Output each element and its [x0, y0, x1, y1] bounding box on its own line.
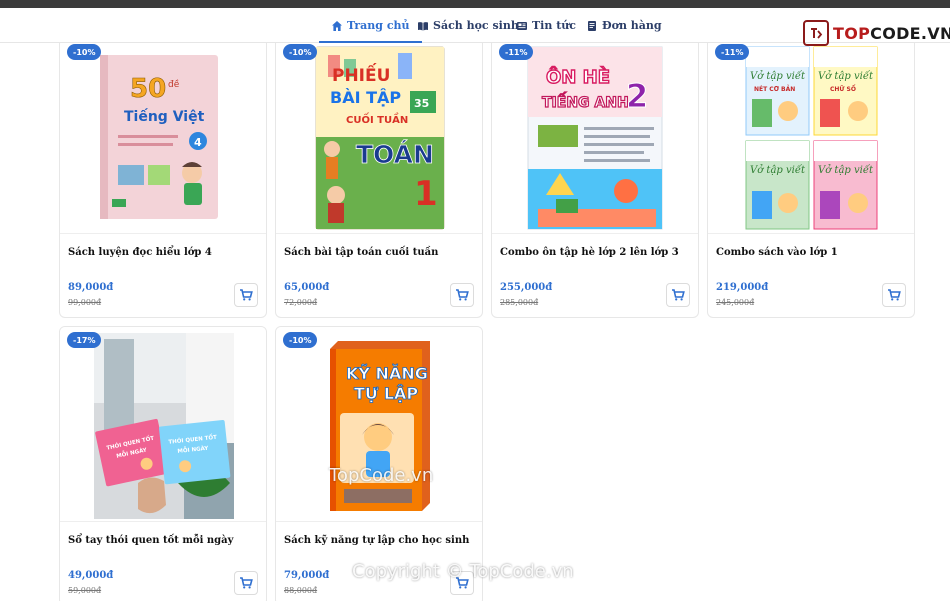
- product-image[interactable]: THÓI QUEN TỐT MỖI NGÀY THÓI QUEN TỐT MỖI…: [60, 327, 266, 522]
- product-title[interactable]: Sách bài tập toán cuối tuần: [284, 247, 474, 258]
- cart-icon: [888, 289, 901, 301]
- add-to-cart-button[interactable]: [450, 571, 474, 595]
- add-to-cart-button[interactable]: [234, 283, 258, 307]
- nav-home[interactable]: Trang chủ: [319, 8, 421, 43]
- nav-orders-label: Đơn hàng: [602, 19, 662, 32]
- product-image[interactable]: 50 đề Tiếng Việt 4: [60, 39, 266, 234]
- book-photo-good-habits: THÓI QUEN TỐT MỖI NGÀY THÓI QUEN TỐT MỖI…: [94, 333, 234, 519]
- product-price: 89,000đ: [68, 282, 114, 293]
- add-to-cart-button[interactable]: [666, 283, 690, 307]
- svg-text:NÉT CƠ BẢN: NÉT CƠ BẢN: [754, 85, 795, 93]
- svg-text:Vở tập viết: Vở tập viết: [818, 165, 874, 176]
- top-strip: [0, 0, 950, 8]
- product-card[interactable]: 50 đề Tiếng Việt 4 -10% Sách luyện đọc h…: [59, 38, 267, 318]
- svg-text:Vở tập viết: Vở tập viết: [818, 71, 874, 82]
- product-card[interactable]: KỸ NĂNG TỰ LẬP -10% Sách kỹ năng tự lập …: [275, 326, 483, 601]
- discount-badge: -10%: [67, 44, 102, 60]
- svg-text:Vở tập viết: Vở tập viết: [750, 71, 806, 82]
- book-cover-reading-4: 50 đề Tiếng Việt 4: [100, 55, 218, 219]
- product-image[interactable]: KỸ NĂNG TỰ LẬP: [276, 327, 482, 522]
- logo-text: TOPCODE.VN: [833, 24, 950, 43]
- cart-icon: [456, 289, 469, 301]
- product-price: 79,000đ: [284, 570, 330, 581]
- cart-icon: [240, 577, 253, 589]
- orders-icon: [588, 20, 596, 31]
- cart-icon: [456, 577, 469, 589]
- svg-text:BÀI TẬP: BÀI TẬP: [330, 87, 401, 107]
- product-old-price: 72,000đ: [284, 298, 318, 307]
- site-logo[interactable]: TOPCODE.VN: [803, 20, 950, 46]
- product-price: 65,000đ: [284, 282, 330, 293]
- svg-text:1: 1: [414, 174, 438, 214]
- product-price: 49,000đ: [68, 570, 114, 581]
- book-cover-math-1: PHIẾU BÀI TẬP CUỐI TUẦN 35 TOÁN 1: [315, 46, 445, 230]
- product-price: 255,000đ: [500, 282, 553, 293]
- discount-badge: -10%: [283, 332, 318, 348]
- product-title[interactable]: Combo sách vào lớp 1: [716, 247, 906, 258]
- product-image[interactable]: ÔN HÈ TIẾNG ANH 2: [492, 39, 698, 234]
- product-title[interactable]: Combo ôn tập hè lớp 2 lên lớp 3: [500, 247, 690, 258]
- svg-text:đề: đề: [168, 79, 180, 90]
- svg-text:TIẾNG ANH: TIẾNG ANH: [542, 92, 629, 111]
- product-image[interactable]: Vở tập viết NÉT CƠ BẢN Vở tập viết CHỮ S…: [708, 39, 914, 234]
- cart-icon: [672, 289, 685, 301]
- svg-text:KỸ NĂNG: KỸ NĂNG: [346, 364, 428, 383]
- svg-text:PHIẾU: PHIẾU: [332, 62, 390, 86]
- svg-text:Vở tập viết: Vở tập viết: [750, 165, 806, 176]
- nav-student-books-label: Sách học sinh: [433, 19, 519, 32]
- discount-badge: -10%: [283, 44, 318, 60]
- book-cover-english-2: ÔN HÈ TIẾNG ANH 2: [527, 46, 663, 230]
- add-to-cart-button[interactable]: [234, 571, 258, 595]
- cart-icon: [240, 289, 253, 301]
- product-old-price: 245,000đ: [716, 298, 755, 307]
- logo-text-top: TOP: [833, 23, 871, 43]
- svg-text:4: 4: [194, 136, 202, 149]
- home-icon: [332, 20, 342, 31]
- nav-student-books[interactable]: Sách học sinh: [417, 8, 519, 43]
- svg-text:50: 50: [130, 74, 166, 104]
- discount-badge: -11%: [499, 44, 534, 60]
- svg-text:TỰ LẬP: TỰ LẬP: [354, 383, 418, 403]
- svg-text:ÔN HÈ: ÔN HÈ: [546, 66, 610, 88]
- logo-text-code: CODE.VN: [870, 23, 950, 43]
- nav-orders[interactable]: Đơn hàng: [586, 8, 662, 43]
- product-old-price: 285,000đ: [500, 298, 539, 307]
- product-old-price: 99,000đ: [68, 298, 102, 307]
- svg-text:2: 2: [626, 77, 648, 115]
- product-title[interactable]: Sách luyện đọc hiểu lớp 4: [68, 247, 258, 258]
- product-image[interactable]: PHIẾU BÀI TẬP CUỐI TUẦN 35 TOÁN 1: [276, 39, 482, 234]
- book-cover-handwriting-set: Vở tập viết NÉT CƠ BẢN Vở tập viết CHỮ S…: [745, 46, 878, 230]
- svg-text:TOÁN: TOÁN: [356, 140, 434, 169]
- add-to-cart-button[interactable]: [450, 283, 474, 307]
- svg-text:35: 35: [414, 97, 429, 110]
- news-icon: [517, 21, 527, 30]
- svg-text:CHỮ SỐ: CHỮ SỐ: [830, 85, 856, 93]
- book-open-icon: [418, 21, 428, 30]
- discount-badge: -11%: [715, 44, 750, 60]
- product-card[interactable]: ÔN HÈ TIẾNG ANH 2 -11% Combo ôn tập hè l…: [491, 38, 699, 318]
- add-to-cart-button[interactable]: [882, 283, 906, 307]
- nav-news-label: Tin tức: [532, 19, 576, 32]
- discount-badge: -17%: [67, 332, 102, 348]
- logo-mark-icon: [803, 20, 829, 46]
- product-price: 219,000đ: [716, 282, 769, 293]
- product-card[interactable]: THÓI QUEN TỐT MỖI NGÀY THÓI QUEN TỐT MỖI…: [59, 326, 267, 601]
- nav-news[interactable]: Tin tức: [516, 8, 576, 43]
- product-old-price: 88,000đ: [284, 586, 318, 595]
- product-card[interactable]: Vở tập viết NÉT CƠ BẢN Vở tập viết CHỮ S…: [707, 38, 915, 318]
- svg-text:Tiếng Việt: Tiếng Việt: [124, 108, 205, 125]
- product-card[interactable]: PHIẾU BÀI TẬP CUỐI TUẦN 35 TOÁN 1 -10% S…: [275, 38, 483, 318]
- main-navbar: Trang chủ Sách học sinh Tin tức Đơn hàng…: [0, 8, 950, 46]
- product-title[interactable]: Sách kỹ năng tự lập cho học sinh: [284, 535, 474, 546]
- book-cover-independence-skills: KỸ NĂNG TỰ LẬP: [330, 341, 430, 511]
- product-title[interactable]: Sổ tay thói quen tốt mỗi ngày: [68, 535, 258, 546]
- nav-home-label: Trang chủ: [347, 19, 410, 32]
- product-old-price: 59,000đ: [68, 586, 102, 595]
